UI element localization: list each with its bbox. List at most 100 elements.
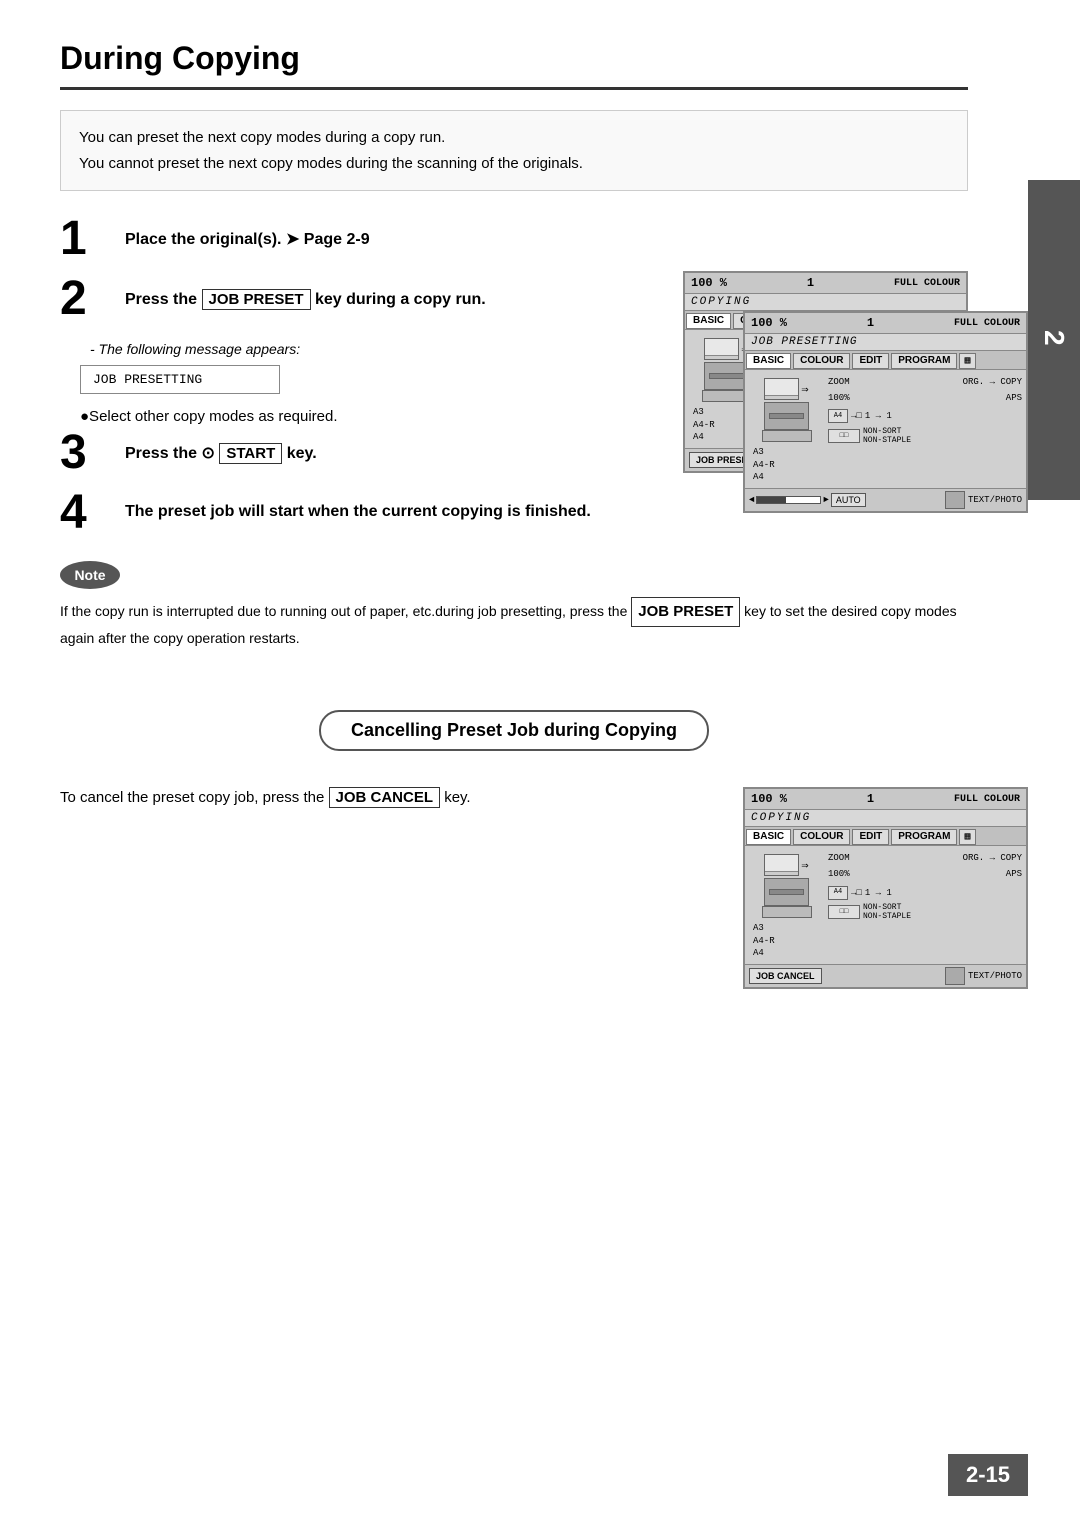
step-3-text2: key. — [287, 445, 317, 462]
screen1-header: 100 % 1 FULL COLOUR — [685, 273, 966, 294]
s2-zoom-val: 100% — [828, 390, 850, 406]
job-presetting-text: JOB PRESETTING — [93, 372, 202, 387]
s3-zoom-label: ZOOM — [828, 850, 850, 866]
cancel-text2: key. — [444, 789, 470, 806]
step-2-number: 2 — [60, 275, 115, 323]
s3-tab-colour[interactable]: COLOUR — [793, 829, 850, 845]
s3-aps: APS — [1006, 866, 1022, 882]
s3-zoom-val-row: 100% APS — [828, 866, 1022, 882]
job-cancel-key: JOB CANCEL — [329, 787, 441, 808]
s2-paper-area: ⇒ — [759, 378, 814, 442]
s2-direction: 1 → 1 — [865, 408, 892, 424]
screen-2: 100 % 1 FULL COLOUR JOB PRESETTING BASIC… — [743, 311, 1028, 513]
screen1-percent: 100 % — [691, 276, 727, 290]
start-key: START — [219, 443, 282, 464]
s3-output-tray — [762, 906, 812, 918]
screen2-count: 1 — [867, 316, 874, 330]
step-1-pageref: Page 2-9 — [304, 231, 370, 248]
s2-a4-row: A4 →□ 1 → 1 — [828, 408, 1022, 424]
s3-paper-sizes: A3 A4-R A4 — [749, 922, 824, 960]
note-label: Note — [60, 561, 120, 589]
step-3-number: 3 — [60, 429, 115, 477]
screen1-status-text: COPYING — [691, 296, 751, 308]
screen3-status: COPYING — [745, 810, 1026, 827]
s3-scan-icon: ⇒ — [801, 858, 808, 873]
step-1-content: Place the original(s). ➤ Page 2-9 — [125, 221, 968, 249]
s3-text-photo: TEXT/PHOTO — [968, 971, 1022, 981]
step-1: 1 Place the original(s). ➤ Page 2-9 — [60, 221, 968, 263]
step-4-content: The preset job will start when the curre… — [125, 495, 968, 521]
step-3-text: Press the — [125, 445, 197, 462]
section-title: During Copying — [60, 40, 968, 90]
s3-sort: NON-SORT — [863, 903, 911, 913]
s3-direction: 1 → 1 — [865, 885, 892, 901]
screen3-bottom: JOB CANCEL TEXT/PHOTO — [745, 964, 1026, 987]
message-area: - The following message appears: JOB PRE… — [80, 341, 968, 425]
s3-paper-top — [764, 854, 799, 876]
s2-org-copy: ORG. → COPY — [963, 374, 1022, 390]
s3-staple: NON-STAPLE — [863, 912, 911, 922]
cancel-section: To cancel the preset copy job, press the… — [60, 787, 968, 1047]
s3-zoom-row: ZOOM ORG. → COPY — [828, 850, 1022, 866]
screen1-color: FULL COLOUR — [894, 278, 960, 289]
page-number: 2-15 — [948, 1454, 1028, 1496]
s2-tab-extra: ▦ — [959, 353, 975, 369]
s3-tab-basic[interactable]: BASIC — [746, 829, 791, 845]
s2-printer-body — [764, 402, 809, 430]
screen2-color: FULL COLOUR — [954, 318, 1020, 329]
page-number-text: 2-15 — [966, 1462, 1010, 1487]
start-circle-icon: ⊙ — [202, 445, 215, 462]
step-3: 3 Press the ⊙ START key. — [60, 435, 968, 477]
page-container: 2 2-15 During Copying You can preset the… — [0, 0, 1080, 1526]
s2-zoom-label: ZOOM — [828, 374, 850, 390]
s3-org-copy: ORG. → COPY — [963, 850, 1022, 866]
s3-paper-area: ⇒ — [759, 854, 814, 918]
step-2-text: Press the — [125, 291, 197, 308]
screen3-body: ⇒ A3 A4-R A4 — [745, 846, 1026, 964]
s2-paper-row: ⇒ — [759, 378, 814, 400]
step-4-number: 4 — [60, 489, 115, 537]
step-1-arrow: ➤ — [286, 231, 304, 248]
s3-zoom-val: 100% — [828, 866, 850, 882]
screen2-header: 100 % 1 FULL COLOUR — [745, 313, 1026, 334]
s2-aps: APS — [1006, 390, 1022, 406]
screen3-right: ZOOM ORG. → COPY 100% APS A4 →□ 1 → 1 — [828, 850, 1022, 960]
s2-tab-basic[interactable]: BASIC — [746, 353, 791, 369]
screen1-status: COPYING — [685, 294, 966, 311]
title-text: During Copying — [60, 40, 300, 76]
job-cancel-btn[interactable]: JOB CANCEL — [749, 968, 822, 984]
job-preset-key-note: JOB PRESET — [631, 597, 740, 627]
s2-scan-icon: ⇒ — [801, 382, 808, 397]
s2-zoom-val-row: 100% APS — [828, 390, 1022, 406]
screen2-tabs: BASIC COLOUR EDIT PROGRAM ▦ — [745, 351, 1026, 370]
s2-tab-program[interactable]: PROGRAM — [891, 353, 957, 369]
s3-paper-row: ⇒ — [759, 854, 814, 876]
screen3-percent: 100 % — [751, 792, 787, 806]
screen3-count: 1 — [867, 792, 874, 806]
step-1-text: Place the original(s). — [125, 231, 281, 248]
s3-tab-extra: ▦ — [959, 829, 975, 845]
s3-bottom-right: TEXT/PHOTO — [945, 967, 1022, 985]
side-tab-number: 2 — [1038, 330, 1070, 350]
s2-zoom-row: ZOOM ORG. → COPY — [828, 374, 1022, 390]
step-2-text2: key during a copy run. — [315, 291, 486, 308]
job-presetting-msgbox: JOB PRESETTING — [80, 365, 280, 394]
info-line2: You cannot preset the next copy modes du… — [79, 151, 949, 177]
main-content: During Copying You can preset the next c… — [0, 0, 1028, 1127]
screen3-status-text: COPYING — [751, 812, 811, 824]
s3-photo-icon — [945, 967, 965, 985]
note-text: If the copy run is interrupted due to ru… — [60, 597, 968, 650]
screen3-header: 100 % 1 FULL COLOUR — [745, 789, 1026, 810]
s3-tab-edit[interactable]: EDIT — [852, 829, 889, 845]
s3-tab-program[interactable]: PROGRAM — [891, 829, 957, 845]
step-4: 4 The preset job will start when the cur… — [60, 495, 968, 537]
screen3-left: ⇒ A3 A4-R A4 — [749, 850, 824, 960]
tab-basic[interactable]: BASIC — [686, 313, 731, 329]
s2-tab-colour[interactable]: COLOUR — [793, 353, 850, 369]
subsection-title: Cancelling Preset Job during Copying — [351, 720, 677, 740]
job-preset-key-1: JOB PRESET — [202, 289, 311, 310]
subsection-header: Cancelling Preset Job during Copying — [319, 710, 709, 751]
screen2-status-text: JOB PRESETTING — [751, 336, 857, 348]
screen3-color: FULL COLOUR — [954, 794, 1020, 805]
s2-tab-edit[interactable]: EDIT — [852, 353, 889, 369]
